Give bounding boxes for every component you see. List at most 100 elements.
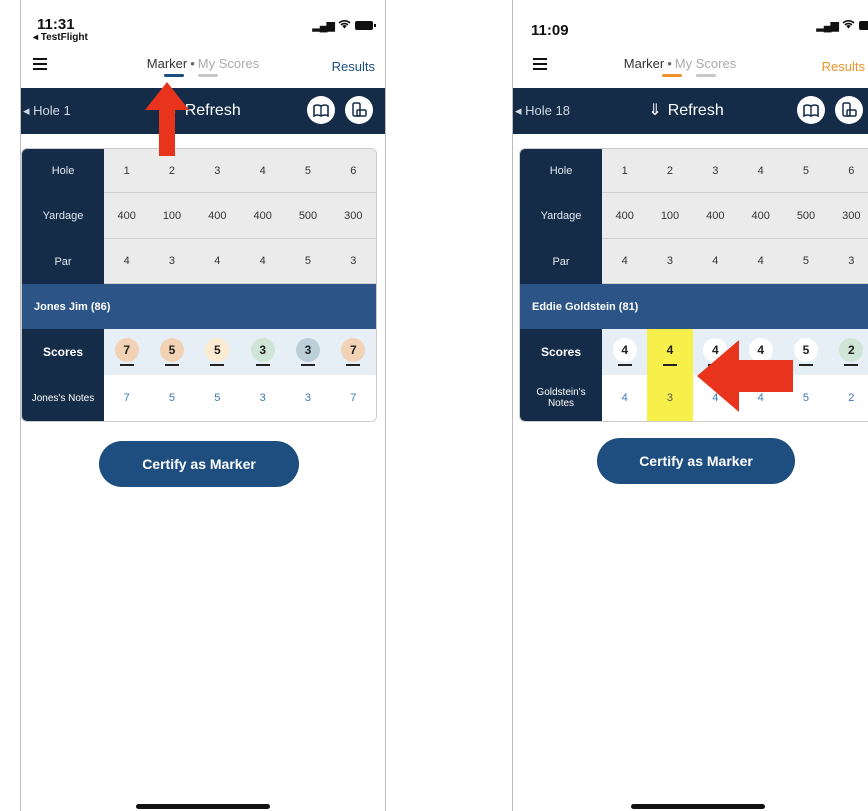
note-value: 5 xyxy=(194,375,240,421)
note-value: 2 xyxy=(828,375,868,421)
hole-number: 6 xyxy=(828,149,868,193)
tab-my-scores[interactable]: My Scores xyxy=(198,56,259,71)
row-label-notes: Goldstein's Notes xyxy=(520,375,602,421)
score-underline xyxy=(255,364,270,366)
par-value: 3 xyxy=(330,239,376,284)
yardage-value: 300 xyxy=(828,193,868,239)
view-toggle: Marker • My Scores xyxy=(21,56,385,71)
rotate-device-icon xyxy=(352,102,367,117)
row-label-notes: Jones's Notes xyxy=(22,375,104,421)
wifi-icon xyxy=(842,18,855,32)
yardage-value: 300 xyxy=(330,193,376,239)
hole-number: 6 xyxy=(330,149,376,193)
score-bubble: 7 xyxy=(341,338,366,362)
refresh-icon: ⇓ xyxy=(648,102,662,119)
home-indicator xyxy=(631,804,765,809)
book-icon xyxy=(803,103,819,117)
yardage-value: 400 xyxy=(692,193,738,239)
note-value: 7 xyxy=(330,375,376,421)
yardage-value: 400 xyxy=(194,193,240,239)
tab-marker-indicator xyxy=(662,74,682,77)
status-icons: ▂▄▆ xyxy=(312,18,376,32)
scorecard-book-button[interactable] xyxy=(307,96,335,124)
hole-nav-bar: ◂ Hole 18 ⇓ Refresh xyxy=(513,88,868,134)
score-cell[interactable]: 3 xyxy=(239,329,286,375)
top-bar: Marker • My Scores Results xyxy=(513,48,868,88)
yardage-value: 100 xyxy=(149,193,195,239)
note-value: 4 xyxy=(602,375,648,421)
course-info-grid: Hole 1 2 3 4 5 6 Yardage 400 100 400 400… xyxy=(520,149,868,284)
score-bubble: 4 xyxy=(612,338,637,362)
par-value: 3 xyxy=(149,239,195,284)
signal-icon: ▂▄▆ xyxy=(816,19,839,32)
note-value: 5 xyxy=(149,375,195,421)
yardage-value: 400 xyxy=(602,193,648,239)
certify-as-marker-button[interactable]: Certify as Marker xyxy=(597,438,795,484)
top-bar: Marker • My Scores Results xyxy=(21,48,385,88)
phone-screen-right: 11:09 ▂▄▆ Marker • My Scores Results ◂ Hol… xyxy=(512,0,868,811)
rotate-device-button[interactable] xyxy=(835,96,863,124)
up-arrow-annotation xyxy=(145,82,189,156)
tab-marker[interactable]: Marker xyxy=(147,56,187,71)
refresh-label: Refresh xyxy=(667,102,724,119)
score-underline xyxy=(617,364,632,366)
yardage-value: 500 xyxy=(783,193,829,239)
row-label-scores: Scores xyxy=(22,329,104,375)
score-underline xyxy=(844,364,859,366)
score-cell[interactable]: 3 xyxy=(285,329,331,375)
yardage-value: 100 xyxy=(647,193,693,239)
rotate-device-icon xyxy=(842,102,857,117)
battery-icon xyxy=(355,20,376,30)
wifi-icon xyxy=(338,18,351,32)
score-cell[interactable]: 5 xyxy=(149,329,195,375)
par-value: 4 xyxy=(104,239,150,284)
status-bar: 11:09 ▂▄▆ xyxy=(513,0,868,44)
score-underline xyxy=(346,364,361,366)
rotate-device-button[interactable] xyxy=(345,96,373,124)
tab-my-scores-indicator xyxy=(198,74,218,77)
row-label-hole: Hole xyxy=(520,149,602,193)
scores-grid: Scores 4 4 4 4 5 2 Goldstein's Notes 4 3… xyxy=(520,329,868,421)
scorecard-book-button[interactable] xyxy=(797,96,825,124)
home-indicator xyxy=(136,804,270,809)
hole-nav-bar: ◂ Hole 1 ⇓Refresh xyxy=(21,88,385,134)
hole-number: 5 xyxy=(285,149,331,193)
hole-number: 4 xyxy=(239,149,286,193)
score-underline xyxy=(798,364,813,366)
score-cell[interactable]: 5 xyxy=(194,329,240,375)
tab-separator: • xyxy=(190,56,195,71)
yardage-value: 500 xyxy=(285,193,331,239)
score-bubble: 5 xyxy=(793,338,818,362)
score-underline xyxy=(164,364,179,366)
back-to-testflight-link[interactable]: ◂ TestFlight xyxy=(33,32,88,43)
yardage-value: 400 xyxy=(104,193,150,239)
score-cell[interactable]: 2 xyxy=(828,329,868,375)
course-info-grid: Hole 1 2 3 4 5 6 Yardage 400 100 400 400… xyxy=(22,149,376,284)
row-label-scores: Scores xyxy=(520,329,602,375)
par-value: 3 xyxy=(828,239,868,284)
results-link[interactable]: Results xyxy=(822,59,865,74)
score-underline xyxy=(119,364,134,366)
score-underline xyxy=(210,364,225,366)
row-label-par: Par xyxy=(22,239,104,284)
phone-screen-left: 11:31 ◂ TestFlight ▂▄▆ Marker • My Scores … xyxy=(20,0,386,811)
view-toggle: Marker • My Scores xyxy=(513,56,868,71)
par-value: 3 xyxy=(647,239,693,284)
score-cell[interactable]: 7 xyxy=(104,329,150,375)
score-underline xyxy=(662,364,677,366)
score-cell[interactable]: 4 xyxy=(602,329,648,375)
certify-as-marker-button[interactable]: Certify as Marker xyxy=(99,441,299,487)
hole-number: 3 xyxy=(194,149,240,193)
status-bar: 11:31 ◂ TestFlight ▂▄▆ xyxy=(21,0,385,44)
battery-icon xyxy=(859,20,868,30)
left-arrow-annotation xyxy=(697,340,793,412)
scores-grid: Scores 7 5 5 3 3 7 Jones's Notes 7 5 5 3… xyxy=(22,329,376,421)
hole-number: 3 xyxy=(692,149,738,193)
note-value-highlighted: 3 xyxy=(647,375,693,421)
score-cell-highlighted[interactable]: 4 xyxy=(647,329,693,375)
score-cell[interactable]: 7 xyxy=(330,329,376,375)
tab-my-scores[interactable]: My Scores xyxy=(675,56,736,71)
results-link[interactable]: Results xyxy=(332,59,375,74)
score-bubble: 5 xyxy=(159,338,184,362)
tab-marker[interactable]: Marker xyxy=(624,56,664,71)
